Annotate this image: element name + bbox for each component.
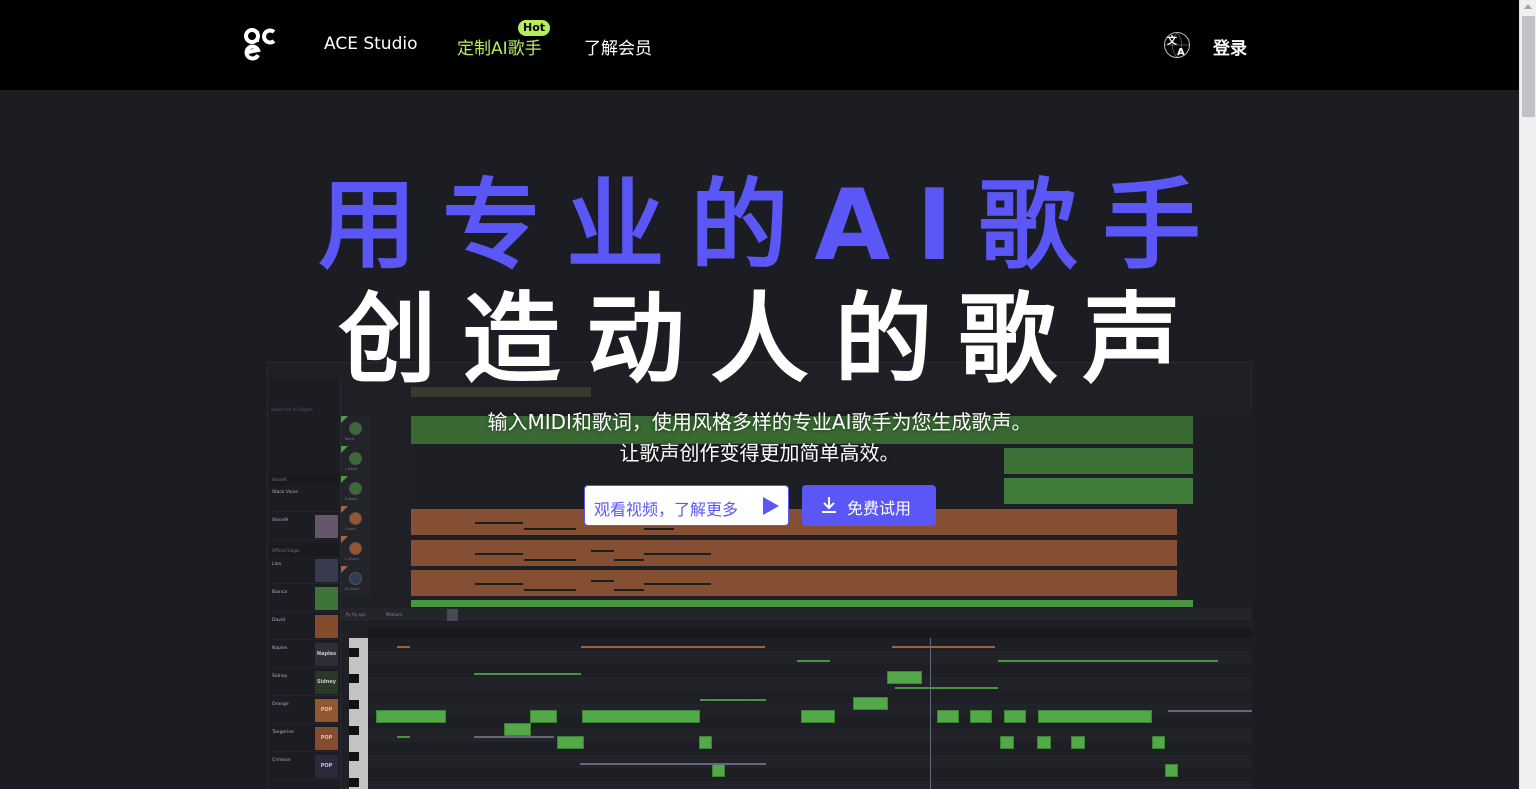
hot-badge: Hot (518, 20, 551, 36)
clip-vocal (411, 600, 1193, 607)
singer-thumbnail (315, 587, 338, 610)
preview-track-header: Choir1 (341, 506, 371, 536)
piano-roll-note (970, 710, 992, 723)
pitch-line (581, 646, 765, 648)
clip-choir1 (411, 509, 1177, 535)
piano-roll-note (557, 736, 584, 749)
preview-track-header: R.Band (341, 476, 371, 506)
piano-keys (349, 638, 368, 789)
piano-roll-note (1165, 764, 1178, 777)
select-tool-icon (447, 609, 458, 621)
piano-roll-note (504, 723, 531, 736)
svg-text:A: A (1177, 47, 1185, 58)
login-link[interactable]: 登录 (1213, 34, 1247, 59)
hero-subtitle-line2: 让歌声创作变得更加简单高效。 (619, 441, 900, 465)
free-trial-label: 免费试用 (847, 499, 912, 518)
preview-singer-item: David (268, 613, 340, 640)
piano-roll-row (368, 768, 1252, 781)
play-icon (763, 497, 779, 515)
preview-stack-voice: Stack Voice (268, 485, 340, 512)
piano-roll-row (368, 742, 1252, 755)
watch-video-button[interactable]: 观看视频，了解更多 (584, 485, 789, 526)
clip-r-band (1004, 478, 1193, 504)
hero-title-line1: 用专业的AI歌手 (318, 169, 1227, 283)
preview-singer-item: Tangerine POP (268, 725, 340, 752)
playhead (930, 638, 931, 789)
nav-ace-studio[interactable]: ACE Studio (324, 34, 418, 54)
piano-roll-row (368, 638, 1252, 651)
top-navigation: ACE Studio 定制AI歌手 Hot 了解会员 文 A 登录 (0, 0, 1519, 90)
piano-roll-area (368, 638, 1252, 789)
piano-roll-note (1004, 710, 1026, 723)
preview-singer-item: Crimson POP (268, 753, 340, 780)
scroll-up-arrow-icon[interactable] (1524, 4, 1532, 9)
piano-roll-note (887, 671, 922, 684)
piano-roll-note (801, 710, 835, 723)
piano-roll-note (376, 710, 446, 723)
piano-roll-note (712, 764, 725, 777)
pitch-line (892, 646, 995, 648)
translate-globe-icon[interactable]: 文 A (1163, 31, 1191, 59)
piano-roll-note (699, 736, 712, 749)
hero-subtitle-line1: 输入MIDI和歌词，使用风格多样的专业AI歌手为您生成歌声。 (487, 410, 1032, 434)
preview-section-voiceai: VoiceAI (268, 474, 340, 485)
pitch-line (580, 763, 766, 765)
pitch-line (397, 646, 410, 648)
singer-thumbnail (315, 559, 338, 582)
pitch-line (998, 660, 1218, 662)
ace-logo[interactable] (244, 28, 278, 62)
pitch-line (1168, 710, 1252, 712)
page-scrollbar[interactable] (1519, 0, 1536, 789)
preview-section-official: Official Singer (268, 545, 340, 556)
piano-roll-toolbar: fly fly ayo Medium (341, 608, 1252, 622)
nav-membership[interactable]: 了解会员 (584, 34, 652, 59)
pitch-line (397, 736, 410, 738)
preview-singer-item: Naples Naples (268, 641, 340, 668)
preview-singer-item: Lion (268, 557, 340, 584)
piano-roll-note (1038, 710, 1152, 723)
nav-custom-ai-singer[interactable]: 定制AI歌手 (457, 34, 542, 59)
piano-roll-row (368, 690, 1252, 703)
download-icon (822, 497, 836, 513)
piano-roll-note (1000, 736, 1014, 749)
preview-voiceai: VoiceAI (268, 513, 340, 540)
clip-l-choir1 (411, 540, 1177, 566)
piano-roll-note (937, 710, 959, 723)
preview-singer-item: Orange POP (268, 697, 340, 724)
pitch-line (474, 736, 554, 738)
piano-roll-note (1152, 736, 1165, 749)
singer-thumbnail: POP (315, 699, 338, 722)
piano-roll-note (853, 697, 888, 710)
piano-roll-note (1037, 736, 1051, 749)
page: ACE Studio 定制AI歌手 Hot 了解会员 文 A 登录 Search… (0, 0, 1519, 789)
piano-roll-row (368, 664, 1252, 677)
preview-singer-item: Bianca (268, 585, 340, 612)
svg-text:文: 文 (1167, 34, 1178, 47)
piano-roll-note (1071, 736, 1085, 749)
free-trial-button[interactable]: 免费试用 (802, 485, 936, 526)
singer-thumbnail: POP (315, 755, 338, 778)
hero-title-line2: 创造动人的歌声 (338, 283, 1207, 397)
singer-thumbnail: Sidney (315, 671, 338, 694)
piano-roll-note (530, 710, 557, 723)
pitch-line (700, 699, 766, 701)
piano-roll-note (582, 710, 700, 723)
singer-thumbnail: POP (315, 727, 338, 750)
scrollbar-thumb[interactable] (1522, 16, 1535, 117)
pitch-line (797, 660, 830, 662)
clip-r-choir1 (411, 570, 1177, 596)
singer-thumbnail: Naples (315, 643, 338, 666)
preview-track-header: L.Choir1 (341, 536, 371, 566)
watch-video-label: 观看视频，了解更多 (594, 500, 739, 519)
preview-singer-item: Sidney Sidney (268, 669, 340, 696)
pitch-line (895, 687, 998, 689)
preview-track-header: R.Choir1 (341, 566, 371, 596)
piano-roll-ruler (368, 628, 1252, 638)
pitch-line (474, 673, 581, 675)
singer-thumbnail (315, 615, 338, 638)
